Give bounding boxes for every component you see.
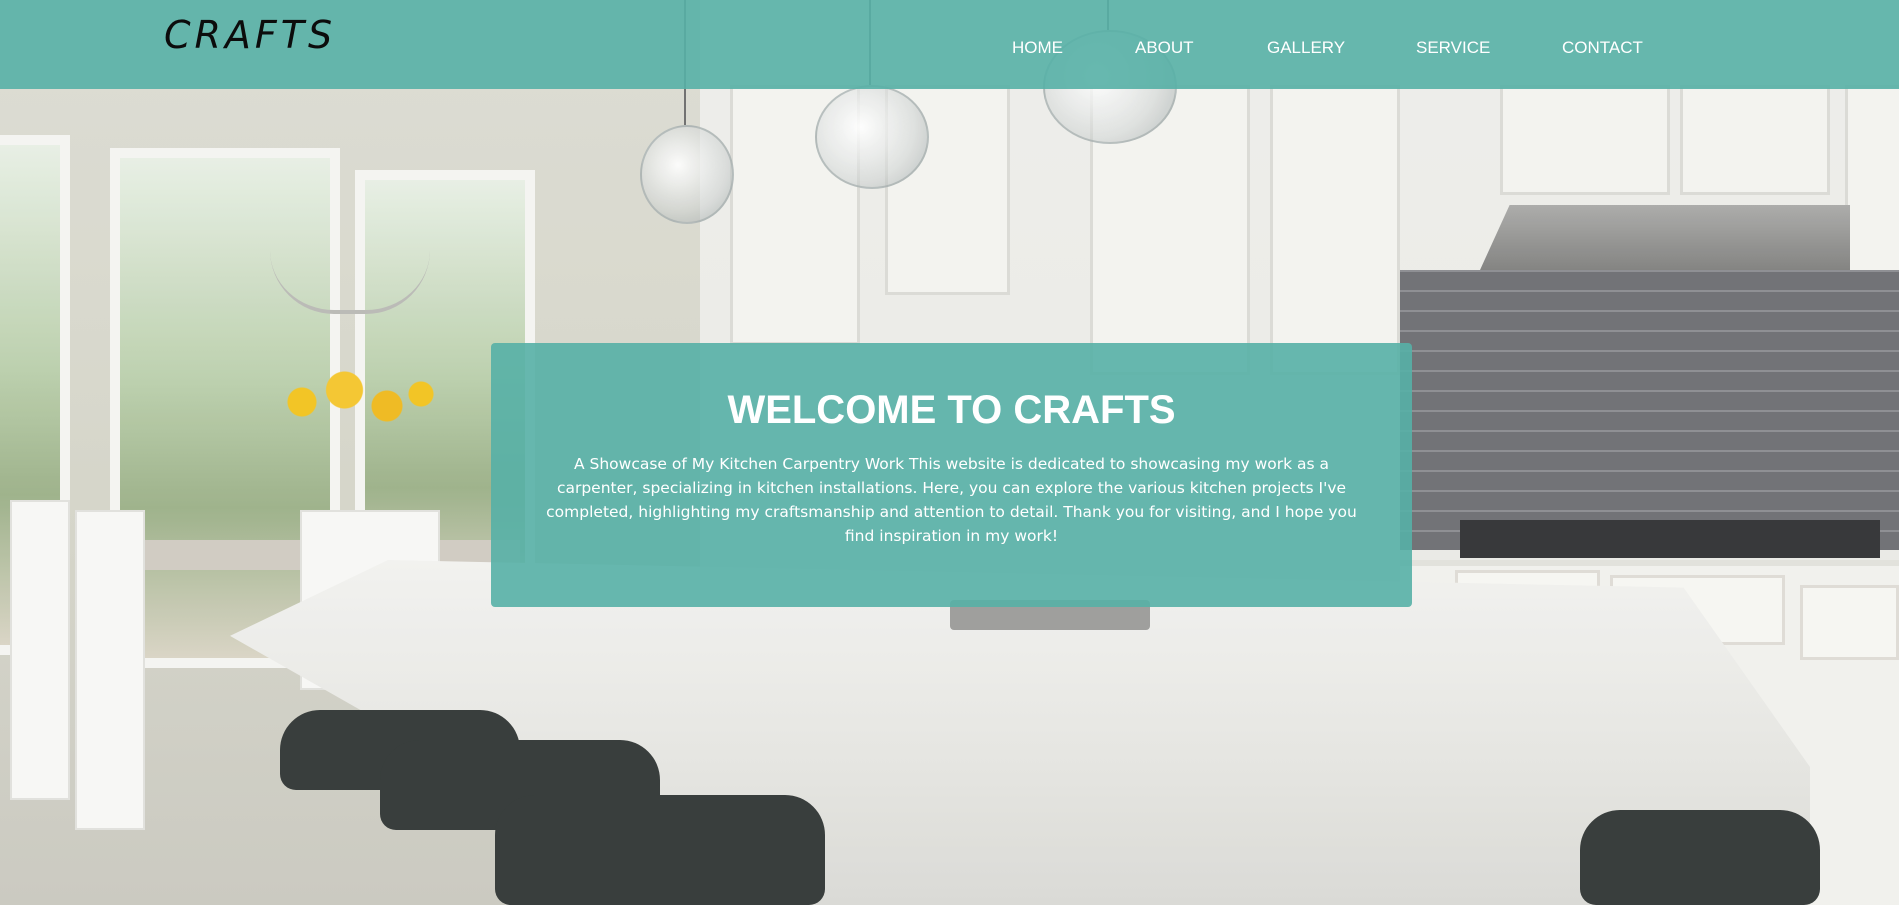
nav-link-service[interactable]: SERVICE [1416, 38, 1490, 58]
main-nav: HOME ABOUT GALLERY SERVICE CONTACT [0, 38, 1899, 60]
hero-section: CRAFTS HOME ABOUT GALLERY SERVICE CONTAC… [0, 0, 1899, 905]
nav-link-gallery[interactable]: GALLERY [1267, 38, 1345, 58]
welcome-card: WELCOME TO CRAFTS A Showcase of My Kitch… [491, 343, 1412, 607]
nav-link-contact[interactable]: CONTACT [1562, 38, 1643, 58]
welcome-title: WELCOME TO CRAFTS [727, 388, 1176, 432]
welcome-description: A Showcase of My Kitchen Carpentry Work … [546, 455, 1357, 545]
top-navbar: CRAFTS HOME ABOUT GALLERY SERVICE CONTAC… [0, 0, 1899, 89]
nav-link-home[interactable]: HOME [1012, 38, 1063, 58]
nav-link-about[interactable]: ABOUT [1135, 38, 1194, 58]
